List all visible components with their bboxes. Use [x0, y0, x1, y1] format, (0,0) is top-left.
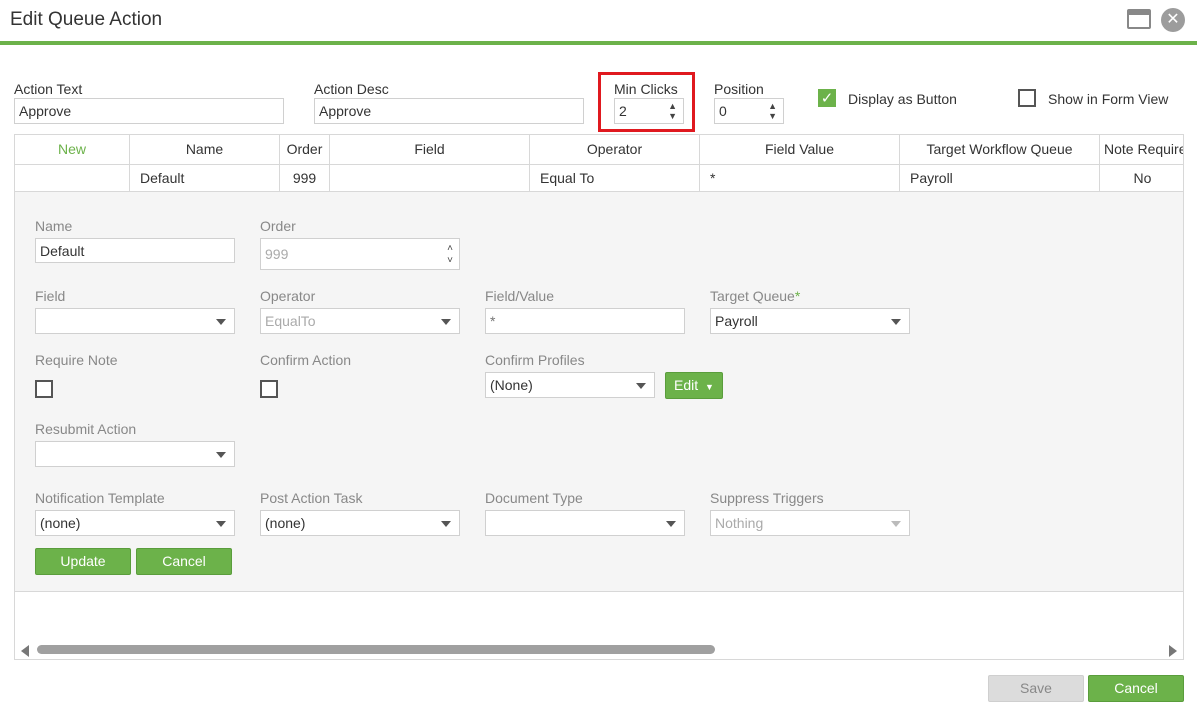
column-header-target-queue[interactable]: Target Workflow Queue	[900, 135, 1100, 164]
suppress-triggers-label: Suppress Triggers	[710, 490, 824, 506]
display-as-button-label: Display as Button	[848, 91, 957, 107]
checkmark-icon: ✓	[820, 90, 834, 107]
action-text-input[interactable]	[14, 98, 284, 124]
scroll-left-icon[interactable]	[21, 645, 29, 657]
detail-order-stepper[interactable]: 999 ˄ ˅	[260, 238, 460, 270]
dropdown-arrow-icon	[636, 383, 646, 389]
detail-field-value-input[interactable]	[485, 308, 685, 334]
detail-target-queue-value: Payroll	[715, 313, 758, 329]
detail-name-label: Name	[35, 218, 73, 234]
save-button[interactable]: Save	[988, 675, 1084, 702]
min-clicks-value: 2	[619, 103, 627, 119]
post-action-task-label: Post Action Task	[260, 490, 363, 506]
spinner-chevrons-icon[interactable]: ˄ ˅	[447, 243, 453, 267]
target-queue-label-text: Target Queue	[710, 288, 795, 304]
confirm-profiles-label: Confirm Profiles	[485, 352, 585, 368]
row-name-cell: Default	[130, 165, 280, 191]
dropdown-arrow-icon	[441, 521, 451, 527]
detail-order-label: Order	[260, 218, 296, 234]
resubmit-action-select[interactable]	[35, 441, 235, 467]
document-type-select[interactable]	[485, 510, 685, 536]
action-desc-label: Action Desc	[314, 81, 389, 97]
dropdown-arrow-icon	[216, 319, 226, 325]
action-desc-input[interactable]	[314, 98, 584, 124]
row-field-cell	[330, 165, 530, 191]
dropdown-arrow-icon	[441, 319, 451, 325]
grid-header: New Name Order Field Operator Field Valu…	[15, 135, 1183, 165]
action-text-label: Action Text	[14, 81, 83, 97]
confirm-action-checkbox[interactable]	[260, 380, 278, 398]
confirm-profiles-select[interactable]: (None)	[485, 372, 655, 398]
detail-field-value-label: Field/Value	[485, 288, 555, 304]
column-header-name[interactable]: Name	[130, 135, 280, 164]
required-asterisk: *	[794, 288, 801, 304]
notification-template-label: Notification Template	[35, 490, 165, 506]
detail-operator-value: EqualTo	[265, 313, 316, 329]
resubmit-action-label: Resubmit Action	[35, 421, 137, 437]
detail-target-queue-select[interactable]: Payroll	[710, 308, 910, 334]
dropdown-arrow-icon	[891, 319, 901, 325]
detail-name-input[interactable]	[35, 238, 235, 263]
spinner-arrows-icon[interactable]: ▲ ▼	[768, 101, 777, 121]
notification-template-value: (none)	[40, 515, 81, 531]
position-value: 0	[719, 103, 727, 119]
confirm-action-label: Confirm Action	[260, 352, 352, 368]
detail-field-label: Field	[35, 288, 66, 304]
detail-target-queue-label: Target Queue*	[710, 288, 800, 304]
column-header-field-value[interactable]: Field Value	[700, 135, 900, 164]
table-row[interactable]: Default 999 Equal To * Payroll No	[15, 165, 1183, 192]
dropdown-arrow-icon	[891, 521, 901, 527]
row-note-required-cell: No	[1133, 170, 1152, 186]
display-as-button-checkbox[interactable]: ✓	[818, 89, 836, 107]
show-in-form-view-label: Show in Form View	[1048, 91, 1169, 107]
edit-button-label: Edit	[674, 377, 699, 393]
scroll-thumb[interactable]	[37, 645, 715, 654]
caret-down-icon: ▼	[705, 382, 714, 392]
scroll-right-icon[interactable]	[1169, 645, 1177, 657]
window-title: Edit Queue Action	[10, 9, 163, 30]
detail-cancel-button[interactable]: Cancel	[136, 548, 232, 575]
detail-order-value: 999	[265, 246, 289, 262]
horizontal-scrollbar[interactable]	[15, 640, 1183, 659]
show-in-form-view-checkbox[interactable]	[1018, 89, 1036, 107]
post-action-task-value: (none)	[265, 515, 306, 531]
close-icon[interactable]: ✕	[1161, 8, 1185, 32]
notification-template-select[interactable]: (none)	[35, 510, 235, 536]
dropdown-arrow-icon	[216, 452, 226, 458]
min-clicks-label: Min Clicks	[614, 81, 678, 97]
post-action-task-select[interactable]: (none)	[260, 510, 460, 536]
position-stepper[interactable]: 0 ▲ ▼	[714, 98, 784, 124]
row-order-cell: 999	[280, 165, 330, 191]
detail-field-select[interactable]	[35, 308, 235, 334]
cancel-button[interactable]: Cancel	[1088, 675, 1184, 702]
spinner-arrows-icon[interactable]: ▲ ▼	[668, 101, 677, 121]
row-field-value-cell: *	[700, 165, 900, 191]
new-row-link[interactable]: New	[15, 135, 130, 164]
dropdown-arrow-icon	[666, 521, 676, 527]
column-header-field[interactable]: Field	[330, 135, 530, 164]
detail-operator-label: Operator	[260, 288, 316, 304]
title-divider	[0, 41, 1197, 45]
edit-profiles-button[interactable]: Edit ▼	[665, 372, 723, 399]
column-header-operator[interactable]: Operator	[530, 135, 700, 164]
row-edit-panel: Name Order 999 ˄˅ Field Operator EqualTo…	[15, 192, 1183, 592]
maximize-icon[interactable]	[1127, 9, 1151, 29]
require-note-checkbox[interactable]	[35, 380, 53, 398]
column-header-note-required[interactable]: Note Require	[1100, 135, 1183, 164]
suppress-triggers-select[interactable]: Nothing	[710, 510, 910, 536]
require-note-label: Require Note	[35, 352, 118, 368]
row-target-queue-cell: Payroll	[900, 165, 1100, 191]
column-header-order[interactable]: Order	[280, 135, 330, 164]
min-clicks-stepper[interactable]: 2 ▲ ▼	[614, 98, 684, 124]
row-operator-cell: Equal To	[530, 165, 700, 191]
update-button[interactable]: Update	[35, 548, 131, 575]
confirm-profiles-value: (None)	[490, 377, 533, 393]
row-new-cell	[15, 165, 130, 191]
document-type-label: Document Type	[485, 490, 583, 506]
position-label: Position	[714, 81, 764, 97]
detail-operator-select[interactable]: EqualTo	[260, 308, 460, 334]
suppress-triggers-value: Nothing	[715, 515, 764, 531]
rules-grid: New Name Order Field Operator Field Valu…	[14, 134, 1184, 660]
dropdown-arrow-icon	[216, 521, 226, 527]
